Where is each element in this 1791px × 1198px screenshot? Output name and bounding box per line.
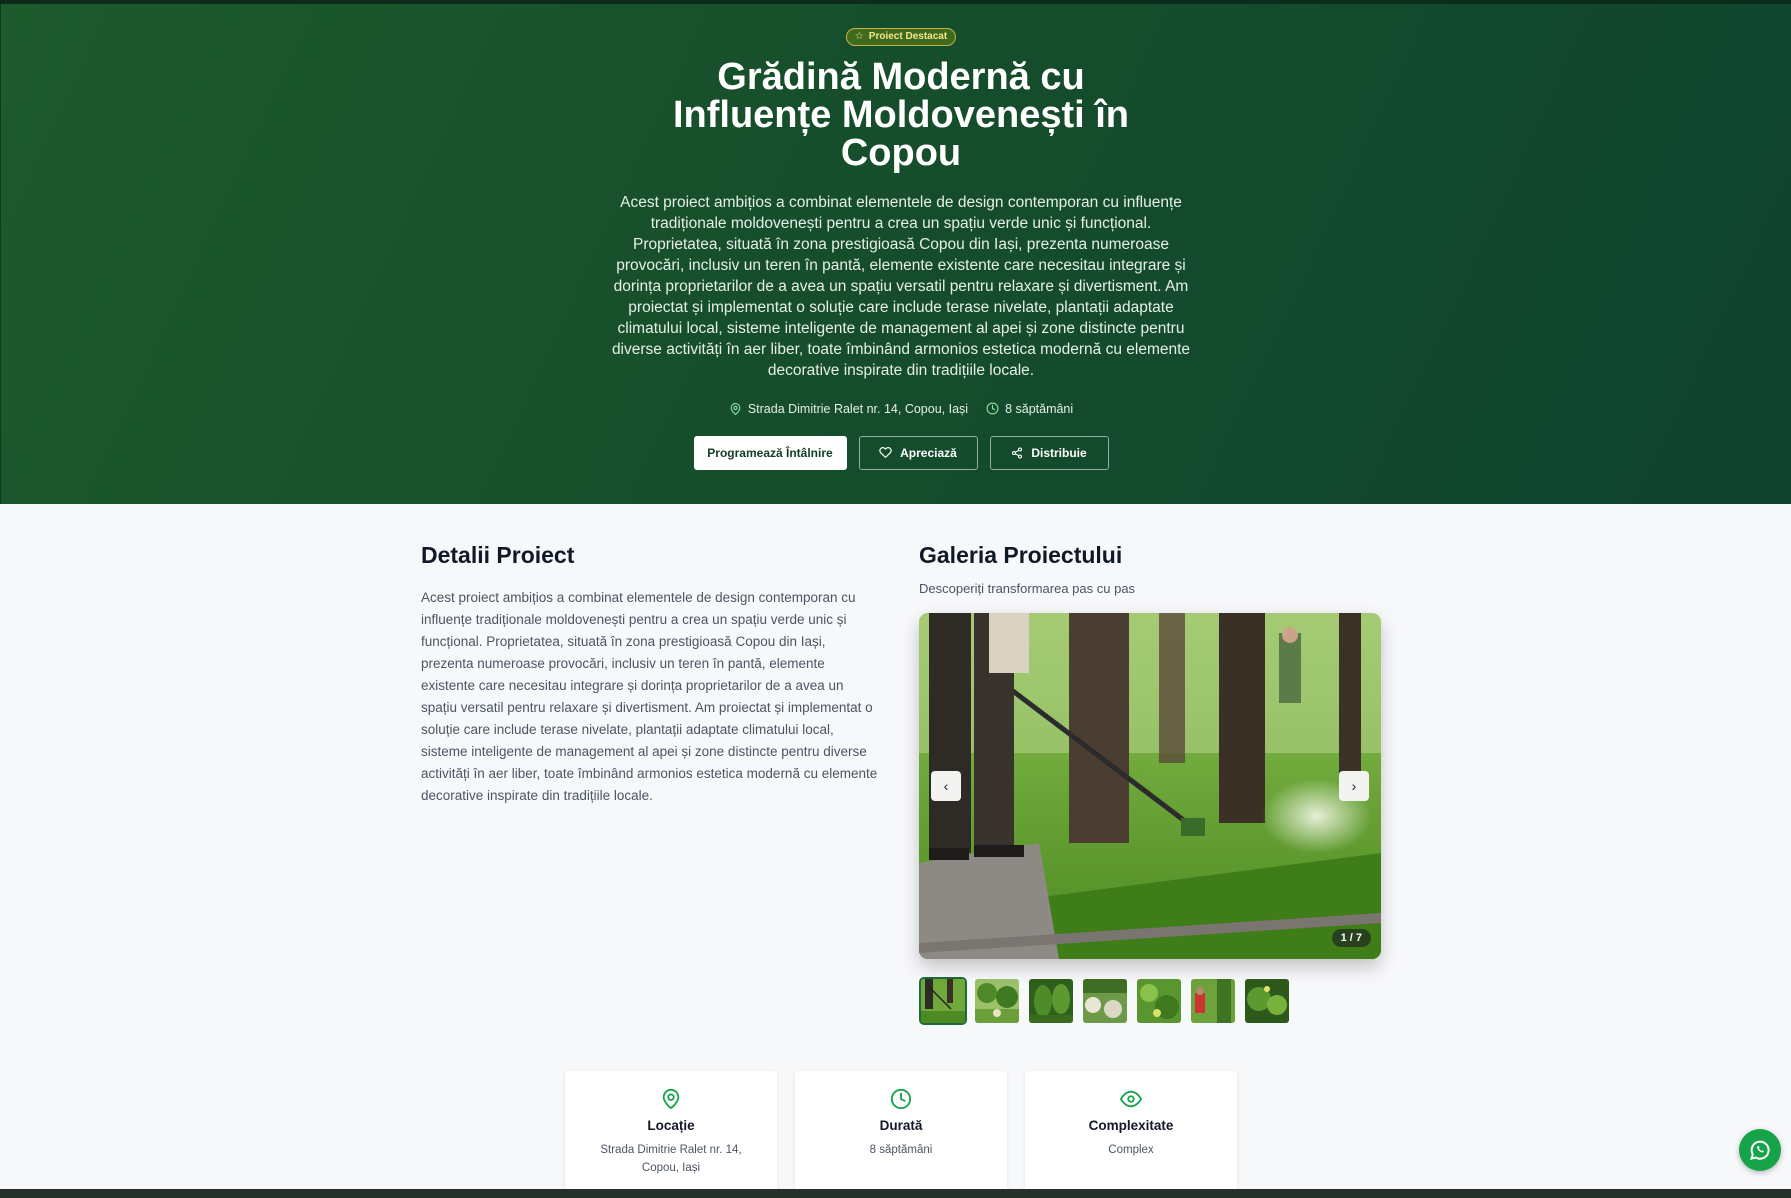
complexity-card: Complexitate Complex <box>1025 1071 1237 1191</box>
gallery-main-image: ‹ › 1 / 7 <box>919 613 1381 959</box>
project-stats: Locație Strada Dimitrie Ralet nr. 14, Co… <box>565 1071 1237 1191</box>
schedule-meeting-button[interactable]: Programează Întâlnire <box>693 435 847 470</box>
map-pin-icon <box>730 402 741 415</box>
complexity-card-value: Complex <box>1108 1144 1154 1156</box>
gallery-counter: 1 / 7 <box>1331 929 1371 947</box>
share-button[interactable]: Distribuie <box>989 435 1109 470</box>
hero-duration-text: 8 săptămâni <box>1005 401 1074 416</box>
hero-meta: Strada Dimitrie Ralet nr. 14, Copou, Iaș… <box>596 402 1206 416</box>
hero-location: Strada Dimitrie Ralet nr. 14, Copou, Iaș… <box>729 402 968 416</box>
bottom-bar <box>0 1189 1791 1198</box>
like-label: Apreciază <box>900 445 957 460</box>
heart-icon <box>879 447 892 458</box>
hero-location-text: Strada Dimitrie Ralet nr. 14, Copou, Iaș… <box>747 401 969 416</box>
location-card: Locație Strada Dimitrie Ralet nr. 14, Co… <box>565 1071 777 1191</box>
project-details: Detalii Proiect Acest proiect ambițios a… <box>421 542 881 807</box>
hero-duration: 8 săptămâni <box>986 402 1073 416</box>
gallery-prev-button[interactable]: ‹ <box>931 771 961 801</box>
schedule-meeting-label: Programează Întâlnire <box>707 445 833 460</box>
page-title: Grădină Modernă cu Influențe Moldoveneșt… <box>672 55 1130 174</box>
gallery-subtitle: Descoperiți transformarea pas cu pas <box>919 581 1136 596</box>
share-label: Distribuie <box>1031 445 1087 460</box>
gallery-thumbnail[interactable] <box>919 977 967 1025</box>
clock-icon <box>986 402 999 415</box>
hero-actions: Programează Întâlnire Apreciază Distribu… <box>596 435 1206 470</box>
duration-card-title: Durată <box>879 1118 923 1133</box>
location-card-title: Locație <box>647 1118 695 1133</box>
featured-badge: ☆ Proiect Destacat <box>845 27 957 46</box>
whatsapp-icon <box>1750 1140 1770 1160</box>
project-section: Detalii Proiect Acest proiect ambițios a… <box>0 504 1791 1191</box>
eye-icon <box>1120 1090 1142 1108</box>
gallery-thumbnail[interactable] <box>1135 977 1183 1025</box>
hero-content: ☆ Proiect Destacat Grădină Modernă cu In… <box>596 26 1206 470</box>
details-heading: Detalii Proiect <box>421 542 575 568</box>
lawn-trimming-photo <box>919 613 1381 959</box>
star-icon: ☆ <box>854 31 864 42</box>
gallery-next-button[interactable]: › <box>1339 771 1369 801</box>
details-text: Acest proiect ambițios a combinat elemen… <box>421 590 878 803</box>
gallery-thumbnail[interactable] <box>1189 977 1237 1025</box>
hero-section: ☆ Proiect Destacat Grădină Modernă cu In… <box>0 4 1791 504</box>
project-gallery: Galeria Proiectului Descoperiți transfor… <box>919 542 1381 1025</box>
share-icon <box>1012 446 1023 459</box>
gallery-thumbnails <box>919 977 1381 1025</box>
duration-card: Durată 8 săptămâni <box>795 1071 1007 1191</box>
gallery-thumbnail[interactable] <box>973 977 1021 1025</box>
clock-icon <box>890 1088 912 1110</box>
complexity-card-title: Complexitate <box>1088 1118 1174 1133</box>
map-pin-icon <box>662 1088 680 1110</box>
featured-badge-label: Proiect Destacat <box>868 31 948 42</box>
location-card-value: Strada Dimitrie Ralet nr. 14, Copou, Iaș… <box>600 1144 742 1174</box>
whatsapp-chat-button[interactable] <box>1739 1129 1781 1171</box>
like-button[interactable]: Apreciază <box>858 435 978 470</box>
duration-card-value: 8 săptămâni <box>869 1144 933 1156</box>
gallery-thumbnail[interactable] <box>1081 977 1129 1025</box>
gallery-thumbnail[interactable] <box>1243 977 1291 1025</box>
hero-description: Acest proiect ambițios a combinat elemen… <box>611 193 1191 379</box>
gallery-thumbnail[interactable] <box>1027 977 1075 1025</box>
gallery-heading: Galeria Proiectului <box>919 542 1123 568</box>
